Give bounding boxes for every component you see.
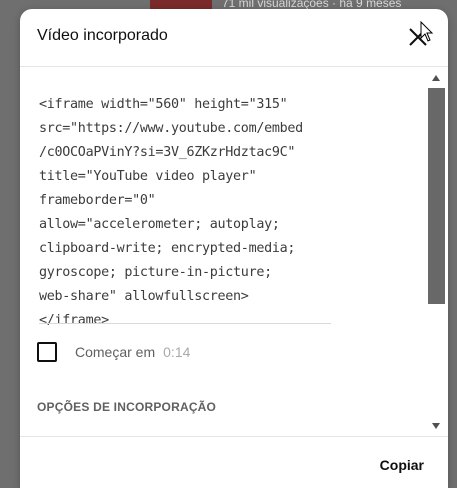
dialog-header: Vídeo incorporado — [20, 9, 448, 67]
close-icon — [409, 28, 427, 46]
code-divider — [39, 323, 331, 324]
start-at-row: Começar em 0:14 — [37, 340, 190, 364]
start-at-label: Começar em — [75, 344, 156, 360]
scroll-up-icon[interactable] — [432, 75, 440, 81]
scroll-thumb[interactable] — [428, 88, 445, 304]
embed-dialog: Vídeo incorporado <iframe width="560" he… — [20, 9, 448, 488]
start-at-time: 0:14 — [163, 344, 191, 360]
start-at-checkbox[interactable] — [37, 342, 57, 362]
dialog-content: <iframe width="560" height="315" src="ht… — [20, 67, 448, 435]
content-scrollbar[interactable] — [428, 71, 445, 435]
embed-options-heading: OPÇÕES DE INCORPORAÇÃO — [37, 400, 217, 414]
copy-button[interactable]: Copiar — [372, 453, 432, 477]
scroll-down-icon[interactable] — [432, 423, 440, 429]
embed-code-text[interactable]: <iframe width="560" height="315" src="ht… — [39, 93, 331, 333]
dialog-footer: Copiar — [20, 436, 448, 488]
close-button[interactable] — [404, 23, 432, 51]
dialog-title: Vídeo incorporado — [37, 27, 168, 44]
